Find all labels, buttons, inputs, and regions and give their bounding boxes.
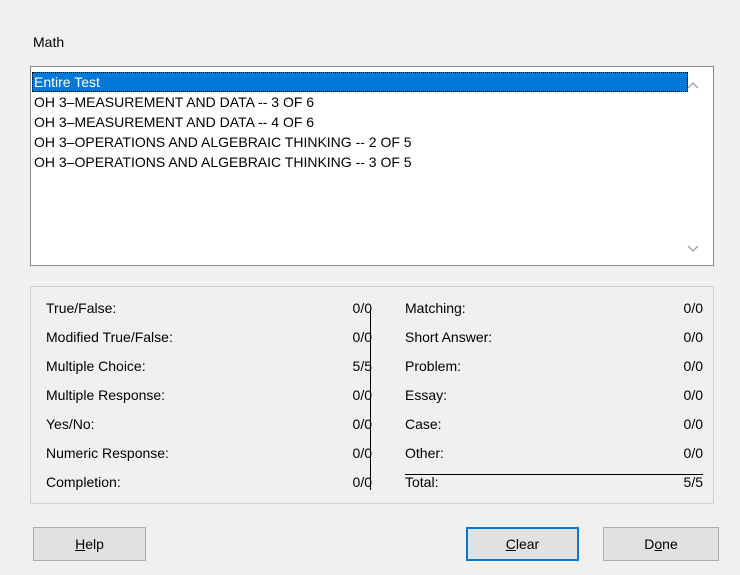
stat-value: 0/0	[683, 387, 703, 403]
column-divider	[370, 310, 371, 490]
list-item-entire-test[interactable]: Entire Test	[32, 72, 688, 92]
stat-label: Completion:	[46, 474, 121, 490]
stat-value: 0/0	[683, 445, 703, 461]
stat-row-other: Other: 0/0	[405, 442, 703, 464]
button-mnemonic: H	[75, 536, 86, 552]
section-list: Entire Test OH 3–MEASUREMENT AND DATA --…	[32, 72, 688, 172]
clear-button[interactable]: Clear	[466, 527, 579, 561]
stat-label: Essay:	[405, 387, 448, 403]
stat-value: 0/0	[683, 329, 703, 345]
stat-label: Matching:	[405, 300, 466, 316]
stat-label: Modified True/False:	[46, 329, 173, 345]
stat-row-total: Total: 5/5	[405, 471, 703, 493]
button-mnemonic: o	[654, 536, 663, 552]
stat-label: Total:	[405, 474, 439, 490]
stat-row-yes-no: Yes/No: 0/0	[46, 413, 372, 435]
stat-label: Short Answer:	[405, 329, 493, 345]
button-label: lear	[515, 536, 540, 552]
help-button[interactable]: Help	[33, 527, 146, 561]
button-label: D	[644, 536, 655, 552]
stat-row-modified-true-false: Modified True/False: 0/0	[46, 326, 372, 348]
stat-value: 0/0	[683, 300, 703, 316]
stat-row-multiple-choice: Multiple Choice: 5/5	[46, 355, 372, 377]
button-label: elp	[85, 536, 104, 552]
stat-row-short-answer: Short Answer: 0/0	[405, 326, 703, 348]
stat-row-essay: Essay: 0/0	[405, 384, 703, 406]
list-item[interactable]: OH 3–OPERATIONS AND ALGEBRAIC THINKING -…	[32, 132, 688, 152]
stat-row-matching: Matching: 0/0	[405, 297, 703, 319]
section-listbox[interactable]: Entire Test OH 3–MEASUREMENT AND DATA --…	[30, 66, 714, 266]
stat-label: Problem:	[405, 358, 462, 374]
stat-row-completion: Completion: 0/0	[46, 471, 372, 493]
stat-label: Numeric Response:	[46, 445, 169, 461]
stat-value: 5/5	[683, 474, 703, 490]
stat-label: Multiple Choice:	[46, 358, 146, 374]
stat-label: True/False:	[46, 300, 117, 316]
stat-row-true-false: True/False: 0/0	[46, 297, 372, 319]
stat-label: Other:	[405, 445, 444, 461]
button-label: ne	[662, 536, 678, 552]
button-mnemonic: C	[505, 536, 516, 552]
stat-label: Yes/No:	[46, 416, 95, 432]
stat-row-case: Case: 0/0	[405, 413, 703, 435]
stat-row-multiple-response: Multiple Response: 0/0	[46, 384, 372, 406]
done-button[interactable]: Done	[603, 527, 719, 561]
stat-value: 0/0	[683, 416, 703, 432]
list-item[interactable]: OH 3–MEASUREMENT AND DATA -- 3 OF 6	[32, 92, 688, 112]
list-item[interactable]: OH 3–OPERATIONS AND ALGEBRAIC THINKING -…	[32, 152, 688, 172]
section-label: Math	[33, 34, 65, 50]
stat-row-problem: Problem: 0/0	[405, 355, 703, 377]
list-item[interactable]: OH 3–MEASUREMENT AND DATA -- 4 OF 6	[32, 112, 688, 132]
chevron-down-icon[interactable]	[685, 241, 701, 257]
chevron-up-icon[interactable]	[685, 77, 701, 93]
stat-label: Multiple Response:	[46, 387, 166, 403]
stat-value: 0/0	[683, 358, 703, 374]
stat-label: Case:	[405, 416, 442, 432]
stat-row-numeric-response: Numeric Response: 0/0	[46, 442, 372, 464]
score-summary-dialog: Math Entire Test OH 3–MEASUREMENT AND DA…	[0, 0, 740, 575]
